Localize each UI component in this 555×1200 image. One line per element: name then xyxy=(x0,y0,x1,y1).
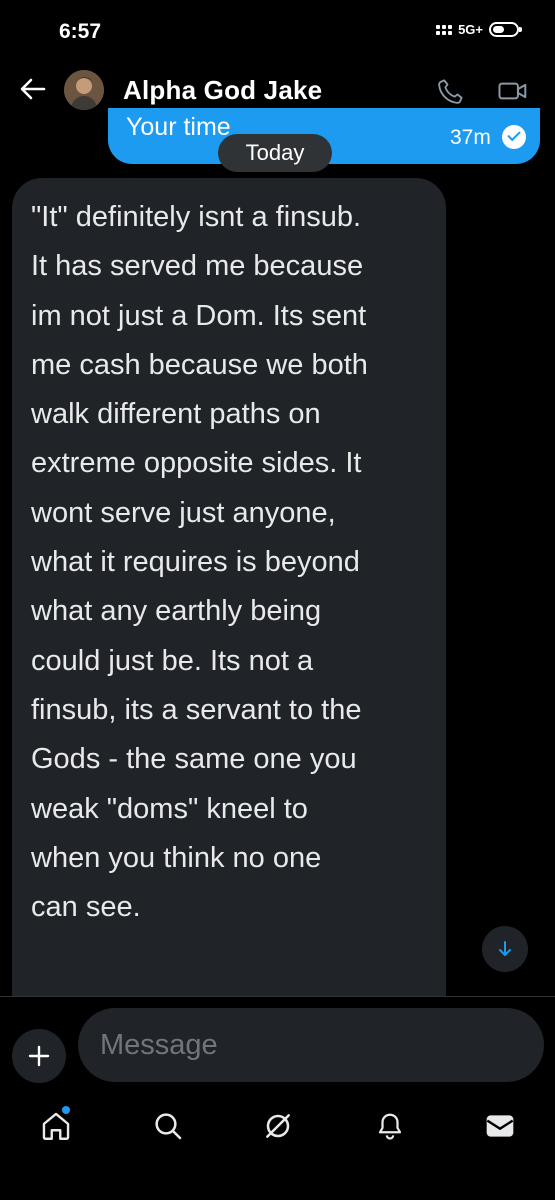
message-input[interactable] xyxy=(78,1008,544,1082)
mail-icon xyxy=(486,1115,514,1137)
message-timestamp: 37m xyxy=(450,126,491,149)
phone-icon xyxy=(438,79,463,104)
scroll-to-bottom-button[interactable] xyxy=(482,926,528,972)
divider xyxy=(0,996,555,997)
status-time: 6:57 xyxy=(59,20,102,43)
search-icon xyxy=(155,1113,182,1140)
signal-icon xyxy=(436,24,453,35)
plus-icon xyxy=(28,1045,50,1067)
notification-dot xyxy=(62,1106,70,1114)
network-label: 5G+ xyxy=(458,22,483,37)
nav-grok[interactable] xyxy=(256,1106,300,1146)
video-call-button[interactable] xyxy=(497,76,531,106)
battery-icon xyxy=(489,22,522,37)
avatar-photo xyxy=(64,70,104,110)
nav-messages[interactable] xyxy=(478,1106,522,1146)
back-button[interactable] xyxy=(18,74,48,104)
grok-icon xyxy=(266,1114,290,1138)
nav-search[interactable] xyxy=(146,1106,190,1146)
status-indicators: 5G+ xyxy=(436,22,522,37)
avatar[interactable] xyxy=(64,70,104,110)
read-check-icon xyxy=(502,125,526,149)
date-separator: Today xyxy=(218,134,332,172)
arrow-down-icon xyxy=(499,941,511,956)
bell-icon xyxy=(378,1113,402,1140)
received-message-text: "It" definitely isnt a finsub. It has se… xyxy=(31,201,368,924)
nav-notifications[interactable] xyxy=(368,1106,412,1146)
contact-name[interactable]: Alpha God Jake xyxy=(123,75,322,106)
sent-message-text: Your time xyxy=(126,113,231,141)
home-icon xyxy=(42,1112,70,1140)
arrow-left-icon xyxy=(20,78,46,100)
nav-home[interactable] xyxy=(34,1106,78,1146)
received-message-bubble[interactable]: "It" definitely isnt a finsub. It has se… xyxy=(12,178,446,996)
video-camera-icon xyxy=(498,82,527,100)
add-attachment-button[interactable] xyxy=(12,1029,66,1083)
call-button[interactable] xyxy=(436,76,466,106)
